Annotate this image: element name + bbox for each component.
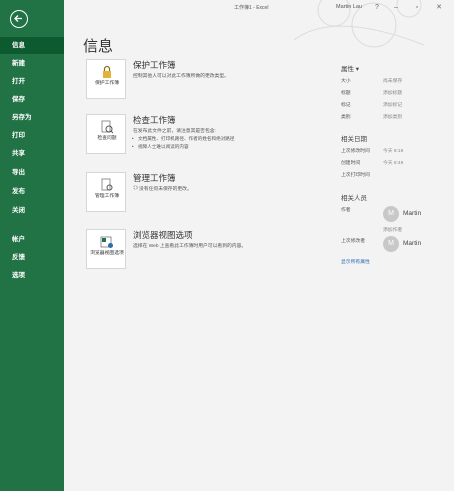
properties-heading[interactable]: 属性 ▾ <box>341 63 359 73</box>
nav-item-share[interactable]: 共享 <box>0 145 64 162</box>
property-label: 标题 <box>341 91 351 96</box>
nav-item-save[interactable]: 保存 <box>0 91 64 108</box>
protect-workbook-button[interactable]: 保护工作簿 <box>86 59 126 99</box>
section-title: 管理工作簿 <box>133 173 176 183</box>
spinner-icon <box>133 185 138 190</box>
nav-item-export[interactable]: 导出 <box>0 164 64 181</box>
title-field[interactable]: 添加标题 <box>383 89 402 96</box>
inspect-document-icon <box>101 120 114 134</box>
manage-document-icon <box>101 178 113 191</box>
nav-item-account[interactable]: 帐户 <box>0 231 64 248</box>
nav-item-save-as[interactable]: 另存为 <box>0 109 64 126</box>
backstage-nav: 信息 新建 打开 保存 另存为 打印 共享 导出 发布 关闭 帐户 反馈 选项 <box>0 0 64 491</box>
nav-item-open[interactable]: 打开 <box>0 73 64 90</box>
browser-view-options-button[interactable]: 浏览器视图选项 <box>86 229 126 269</box>
nav-item-close[interactable]: 关闭 <box>0 202 64 219</box>
avatar: M <box>383 236 399 252</box>
date-value: 今天 8:49 <box>383 161 404 166</box>
property-label: 类别 <box>341 115 351 120</box>
show-all-properties-link[interactable]: 显示所有属性 <box>341 258 370 265</box>
nav-item-feedback[interactable]: 反馈 <box>0 249 64 266</box>
add-author-field[interactable]: 添加作者 <box>383 226 402 233</box>
date-label: 上次修改时间 <box>341 149 370 154</box>
nav-item-publish[interactable]: 发布 <box>0 183 64 200</box>
section-title: 检查工作簿 <box>133 115 176 125</box>
property-label: 标记 <box>341 103 351 108</box>
author-label: 作者 <box>341 208 351 213</box>
list-item: 视障人士难以阅读的内容 <box>132 144 188 150</box>
nav-item-print[interactable]: 打印 <box>0 127 64 144</box>
manage-workbook-button[interactable]: 管理工作簿 <box>86 172 126 212</box>
date-value: 今天 8:19 <box>383 149 404 154</box>
section-description: 在发布此文件之前，请注意其是否包含: <box>133 129 216 134</box>
list-item: 文档属性、打印机路径、作者的姓名和绝对路径 <box>132 136 235 142</box>
author-name[interactable]: Martin <box>403 210 421 217</box>
property-label: 大小 <box>341 79 351 84</box>
last-modified-by-name[interactable]: Martin <box>403 240 421 247</box>
section-description: 控制其他人可以对此工作簿所做的更改类型。 <box>133 74 229 79</box>
last-modified-by-label: 上次修改者 <box>341 239 365 244</box>
browser-view-icon <box>100 236 113 248</box>
section-description: 没有任何未保存的更改。 <box>139 187 192 192</box>
back-arrow-icon[interactable] <box>10 10 28 28</box>
nav-item-new[interactable]: 新建 <box>0 55 64 72</box>
property-value: 尚未保存 <box>383 79 403 84</box>
avatar: M <box>383 206 399 222</box>
question-icon[interactable]: ? <box>372 3 382 13</box>
section-title: 保护工作簿 <box>133 60 176 70</box>
date-label: 创建时间 <box>341 161 361 166</box>
section-title: 浏览器视图选项 <box>133 230 193 240</box>
tags-field[interactable]: 添加标记 <box>383 101 402 108</box>
nav-item-options[interactable]: 选项 <box>0 267 64 284</box>
restore-icon[interactable]: ▫ <box>412 3 422 13</box>
window-title: 工作簿1 - Excel <box>234 5 269 11</box>
title-bar: 工作簿1 - Excel Martin Lau ? – ▫ ✕ <box>64 0 454 16</box>
check-issues-button[interactable]: 检查问题 <box>86 114 126 154</box>
section-description: 选择在 Web 上查看此工作簿时用户可以看到的内容。 <box>133 244 247 249</box>
close-icon[interactable]: ✕ <box>434 3 444 13</box>
category-field[interactable]: 添加类别 <box>383 113 402 120</box>
minimize-icon[interactable]: – <box>391 3 401 13</box>
people-heading: 相关人员 <box>341 195 367 202</box>
user-name[interactable]: Martin Lau <box>336 4 362 10</box>
page-title: 信息 <box>83 38 114 55</box>
date-label: 上次打印时间 <box>341 173 370 178</box>
lock-icon <box>103 65 111 78</box>
dates-heading: 相关日期 <box>341 136 367 143</box>
nav-item-info[interactable]: 信息 <box>0 37 64 54</box>
